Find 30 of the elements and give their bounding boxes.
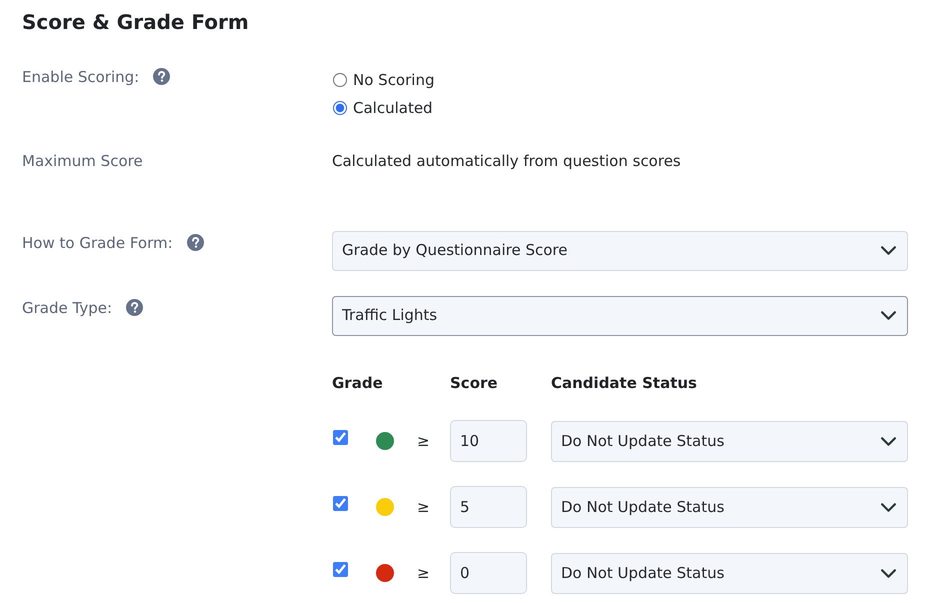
- score-input[interactable]: 5: [450, 486, 527, 528]
- field-label: How to Grade Form:: [22, 232, 173, 254]
- status-select[interactable]: Do Not Update Status: [551, 552, 908, 594]
- checkbox[interactable]: [333, 430, 348, 445]
- score-input[interactable]: 0: [450, 552, 527, 594]
- checkbox[interactable]: [333, 562, 348, 577]
- score-input[interactable]: 10: [450, 420, 527, 462]
- column-header: Grade: [332, 372, 383, 394]
- radio-label[interactable]: Calculated: [353, 97, 433, 119]
- radio-button[interactable]: [333, 101, 347, 115]
- column-header: Candidate Status: [551, 372, 697, 394]
- field-label: Grade Type:: [22, 298, 112, 318]
- field-label: Maximum Score: [22, 151, 143, 172]
- radio-label[interactable]: No Scoring: [353, 69, 434, 91]
- field-value: Calculated automatically from question scores: [332, 152, 681, 170]
- dropdown-select[interactable]: Grade by Questionnaire Score: [332, 230, 908, 270]
- help-icon[interactable]: [126, 298, 144, 316]
- form-title: Score & Grade Form: [22, 10, 249, 34]
- operator-symbol: ≥: [417, 496, 430, 518]
- operator-symbol: ≥: [417, 430, 430, 452]
- column-header: Score: [450, 372, 498, 394]
- field-label: Enable Scoring:: [22, 67, 140, 88]
- dropdown-select[interactable]: Traffic Lights: [332, 296, 908, 336]
- help-icon[interactable]: [153, 68, 170, 85]
- help-icon[interactable]: [186, 234, 204, 250]
- status-select[interactable]: Do Not Update Status: [551, 420, 908, 462]
- radio-button[interactable]: [333, 73, 347, 87]
- operator-symbol: ≥: [417, 562, 430, 584]
- status-select[interactable]: Do Not Update Status: [551, 486, 908, 528]
- checkbox[interactable]: [333, 496, 348, 511]
